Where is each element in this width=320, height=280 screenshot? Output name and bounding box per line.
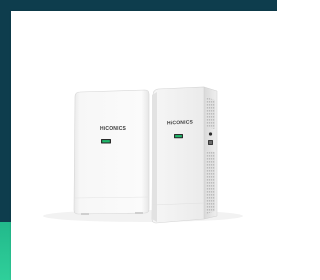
port-icon	[208, 132, 213, 136]
battery-unit-right	[151, 86, 218, 224]
battery-units-illustration	[43, 86, 243, 224]
battery-unit-left	[73, 89, 150, 215]
product-photo-card: HiCONICS HiCONICS	[11, 11, 277, 280]
brand-logo-right: HiCONICS	[167, 119, 194, 127]
brand-logo-left: HiCONICS	[100, 126, 127, 132]
accent-stripe	[0, 222, 11, 280]
image-frame: HiCONICS HiCONICS	[0, 0, 277, 280]
